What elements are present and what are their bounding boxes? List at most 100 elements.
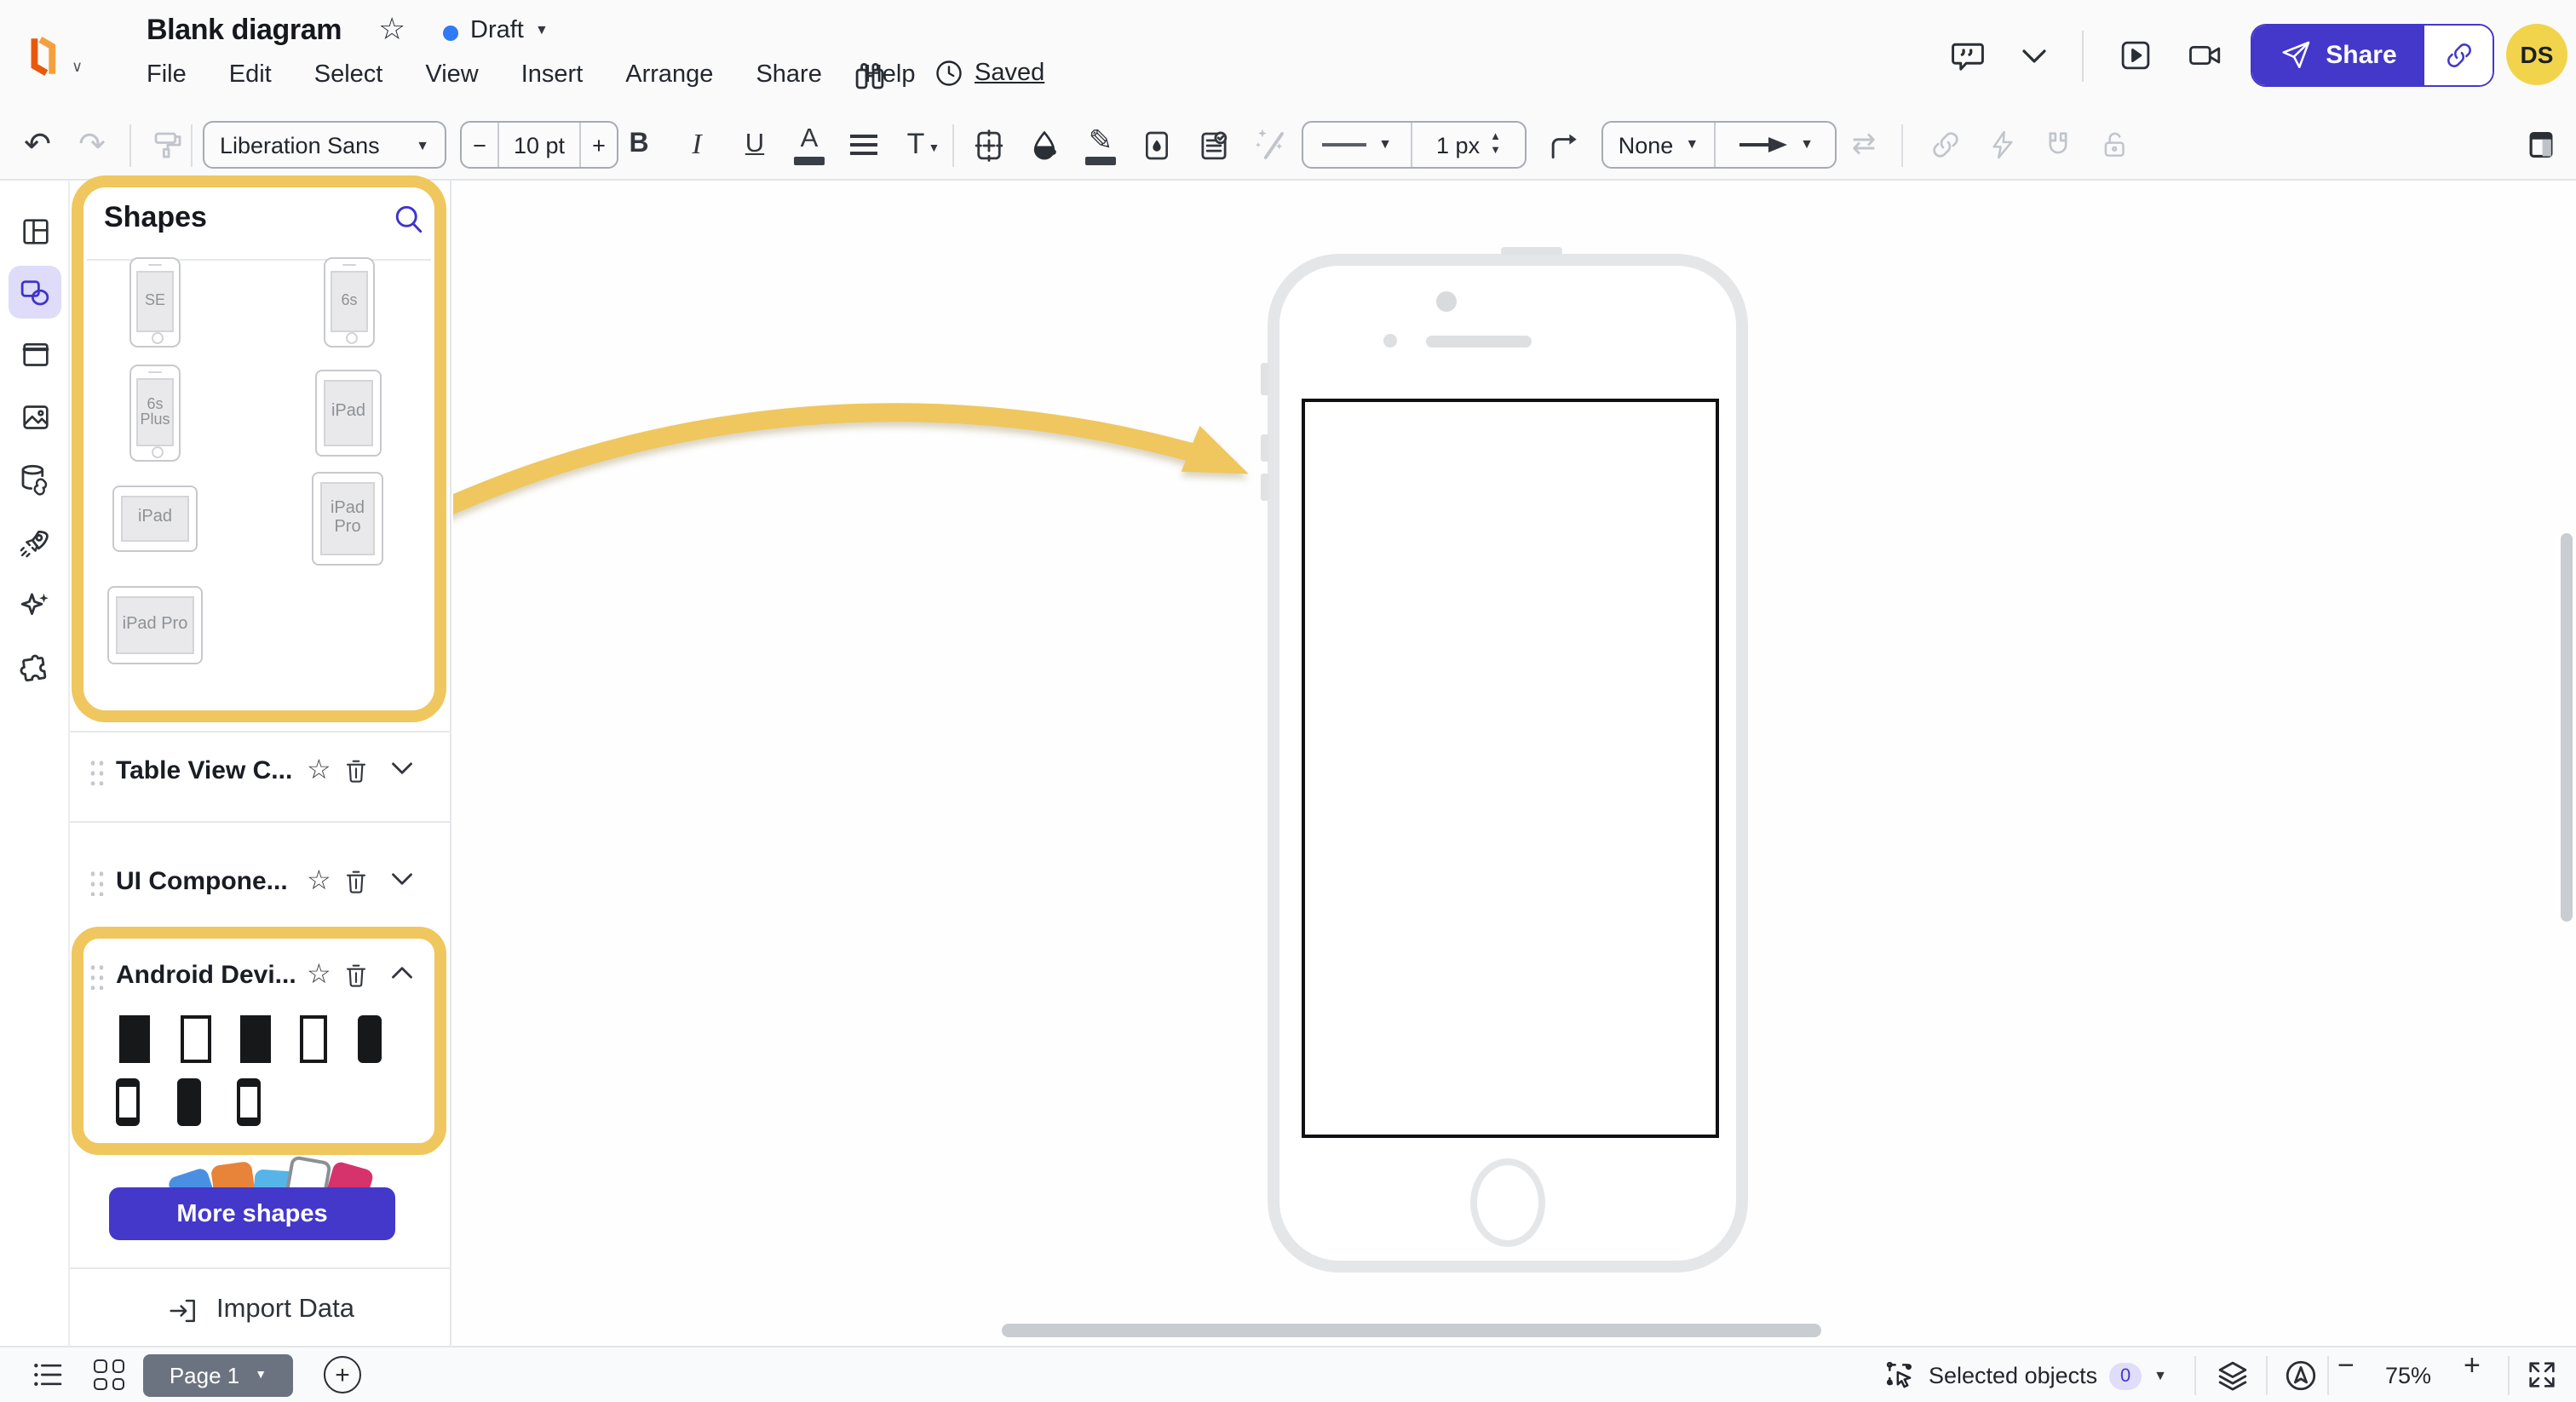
favorite-star-icon[interactable]: ☆ bbox=[378, 12, 405, 48]
stepper-arrows-icon[interactable]: ▲ ▼ bbox=[1490, 132, 1501, 157]
logo-menu-caret-icon[interactable]: ∨ bbox=[72, 58, 83, 77]
shape-android-tablet-outline[interactable] bbox=[181, 1015, 211, 1063]
frame-crop-icon[interactable] bbox=[964, 111, 1012, 179]
lucid-logo-icon[interactable] bbox=[20, 31, 68, 82]
rail-mockups-icon[interactable] bbox=[9, 327, 61, 380]
italic-button[interactable]: I bbox=[675, 111, 719, 179]
rail-rocket-icon[interactable] bbox=[9, 516, 61, 569]
chevron-down-icon[interactable] bbox=[390, 871, 414, 888]
menu-file[interactable]: File bbox=[147, 61, 187, 89]
magic-wand-icon[interactable] bbox=[1245, 111, 1293, 179]
shape-ipad-pro-portrait[interactable]: iPad Pro bbox=[312, 472, 383, 566]
page-grid-icon[interactable] bbox=[94, 1359, 124, 1390]
undo-button[interactable]: ↶ bbox=[14, 111, 61, 179]
font-family-select[interactable]: Liberation Sans ▼ bbox=[203, 121, 446, 169]
fullscreen-icon[interactable] bbox=[2525, 1358, 2559, 1392]
bold-button[interactable]: B bbox=[617, 111, 661, 179]
shape-iphone-se[interactable]: SE bbox=[129, 257, 181, 348]
swap-endpoints-icon[interactable]: ⇄ bbox=[1840, 111, 1888, 179]
comment-bubble-icon[interactable] bbox=[1949, 37, 1987, 75]
shape-ipad-landscape[interactable]: iPad bbox=[112, 486, 198, 552]
trash-icon[interactable] bbox=[342, 867, 370, 896]
text-align-button[interactable] bbox=[842, 111, 886, 179]
shape-android-phone-outline[interactable] bbox=[116, 1078, 140, 1126]
checklist-clipboard-icon[interactable] bbox=[1189, 111, 1237, 179]
underline-button[interactable]: U bbox=[733, 111, 777, 179]
user-avatar[interactable]: DS bbox=[2506, 24, 2567, 85]
shape-android-tablet-outline[interactable] bbox=[300, 1015, 327, 1063]
page-list-icon[interactable] bbox=[31, 1358, 65, 1392]
section-table-view[interactable]: Table View C... ☆ bbox=[70, 746, 451, 797]
selected-objects-control[interactable]: Selected objects 0 ▼ bbox=[1884, 1347, 2167, 1402]
shape-android-phone-filled[interactable] bbox=[358, 1015, 382, 1063]
import-data-button[interactable]: Import Data bbox=[70, 1279, 451, 1341]
shape-ipad-pro-landscape[interactable]: iPad Pro bbox=[107, 586, 203, 664]
drag-handle-icon[interactable] bbox=[89, 869, 104, 896]
shape-android-tablet-filled[interactable] bbox=[119, 1015, 150, 1063]
chevron-down-icon[interactable] bbox=[390, 760, 414, 777]
menu-share[interactable]: Share bbox=[756, 61, 821, 89]
present-play-icon[interactable] bbox=[2118, 37, 2153, 73]
saved-label[interactable]: Saved bbox=[975, 60, 1044, 87]
rail-templates-icon[interactable] bbox=[9, 204, 61, 257]
shape-android-tablet-filled[interactable] bbox=[240, 1015, 271, 1063]
section-android-devices[interactable]: Android Devi... ☆ bbox=[70, 951, 451, 1002]
shape-android-phone-filled[interactable] bbox=[177, 1078, 201, 1126]
shape-android-phone-outline[interactable] bbox=[237, 1078, 261, 1126]
rail-integrations-puzzle-icon[interactable] bbox=[9, 642, 61, 695]
lightning-actions-icon[interactable] bbox=[1978, 111, 2026, 179]
arrow-end-select[interactable]: ▼ bbox=[1716, 123, 1835, 167]
line-color-button[interactable]: ✎ bbox=[1077, 111, 1124, 179]
zoom-out-button[interactable]: − bbox=[2337, 1349, 2355, 1383]
redo-button[interactable]: ↷ bbox=[68, 111, 116, 179]
more-shapes-button[interactable]: More shapes bbox=[109, 1187, 395, 1240]
drag-handle-icon[interactable] bbox=[89, 758, 104, 785]
trash-icon[interactable] bbox=[342, 961, 370, 990]
draft-caret-icon[interactable]: ▼ bbox=[535, 22, 549, 37]
section-name[interactable]: UI Compone... bbox=[116, 867, 288, 896]
zoom-level-value[interactable]: 75% bbox=[2385, 1363, 2431, 1388]
horizontal-scrollbar[interactable] bbox=[1002, 1324, 1821, 1337]
chevron-up-icon[interactable] bbox=[390, 964, 414, 981]
copy-link-icon[interactable] bbox=[2424, 26, 2493, 85]
draft-status-label[interactable]: Draft bbox=[470, 17, 524, 44]
add-page-button[interactable]: + bbox=[324, 1356, 361, 1393]
unlock-icon[interactable] bbox=[2090, 111, 2138, 179]
binoculars-find-icon[interactable] bbox=[852, 58, 888, 94]
section-name[interactable]: Table View C... bbox=[116, 756, 292, 785]
font-size-increase-button[interactable]: + bbox=[579, 123, 617, 167]
diagram-canvas[interactable] bbox=[453, 181, 2576, 1346]
line-width-stepper[interactable]: 1 px ▲ ▼ bbox=[1412, 123, 1525, 167]
menu-view[interactable]: View bbox=[425, 61, 478, 89]
menu-select[interactable]: Select bbox=[314, 61, 383, 89]
line-style-select[interactable]: ▼ bbox=[1303, 123, 1412, 167]
save-status[interactable]: Saved bbox=[934, 58, 1044, 89]
text-color-button[interactable]: A bbox=[787, 111, 831, 179]
rail-ai-sparkle-icon[interactable] bbox=[9, 579, 61, 632]
rail-data-linking-icon[interactable] bbox=[9, 453, 61, 506]
rail-images-icon[interactable] bbox=[9, 390, 61, 443]
rail-shapes-icon[interactable] bbox=[9, 266, 61, 319]
navigation-compass-icon[interactable] bbox=[2283, 1358, 2319, 1393]
vertical-scrollbar[interactable] bbox=[2561, 533, 2573, 922]
search-icon[interactable] bbox=[390, 201, 428, 238]
share-button[interactable]: Share bbox=[2252, 26, 2424, 85]
section-name[interactable]: Android Devi... bbox=[116, 961, 296, 990]
font-size-value[interactable]: 10 pt bbox=[499, 123, 579, 167]
star-icon[interactable]: ☆ bbox=[307, 864, 331, 898]
arrow-start-select[interactable]: None ▼ bbox=[1603, 123, 1716, 167]
shape-iphone-6s[interactable]: 6s bbox=[324, 257, 375, 348]
section-ui-components[interactable]: UI Compone... ☆ bbox=[70, 857, 451, 908]
magnet-icon[interactable] bbox=[2034, 111, 2082, 179]
layers-icon[interactable] bbox=[2215, 1358, 2251, 1393]
star-icon[interactable]: ☆ bbox=[307, 957, 331, 991]
star-icon[interactable]: ☆ bbox=[307, 753, 331, 787]
menu-arrange[interactable]: Arrange bbox=[625, 61, 713, 89]
iphone-mockup-shape[interactable] bbox=[1261, 247, 1748, 1273]
video-camera-icon[interactable] bbox=[2186, 37, 2225, 73]
right-panel-toggle-icon[interactable] bbox=[2515, 111, 2566, 179]
connector-type-icon[interactable] bbox=[1538, 111, 1590, 179]
trash-icon[interactable] bbox=[342, 756, 370, 785]
document-title[interactable]: Blank diagram bbox=[147, 14, 342, 48]
page-selector-button[interactable]: Page 1 ▼ bbox=[143, 1354, 293, 1397]
